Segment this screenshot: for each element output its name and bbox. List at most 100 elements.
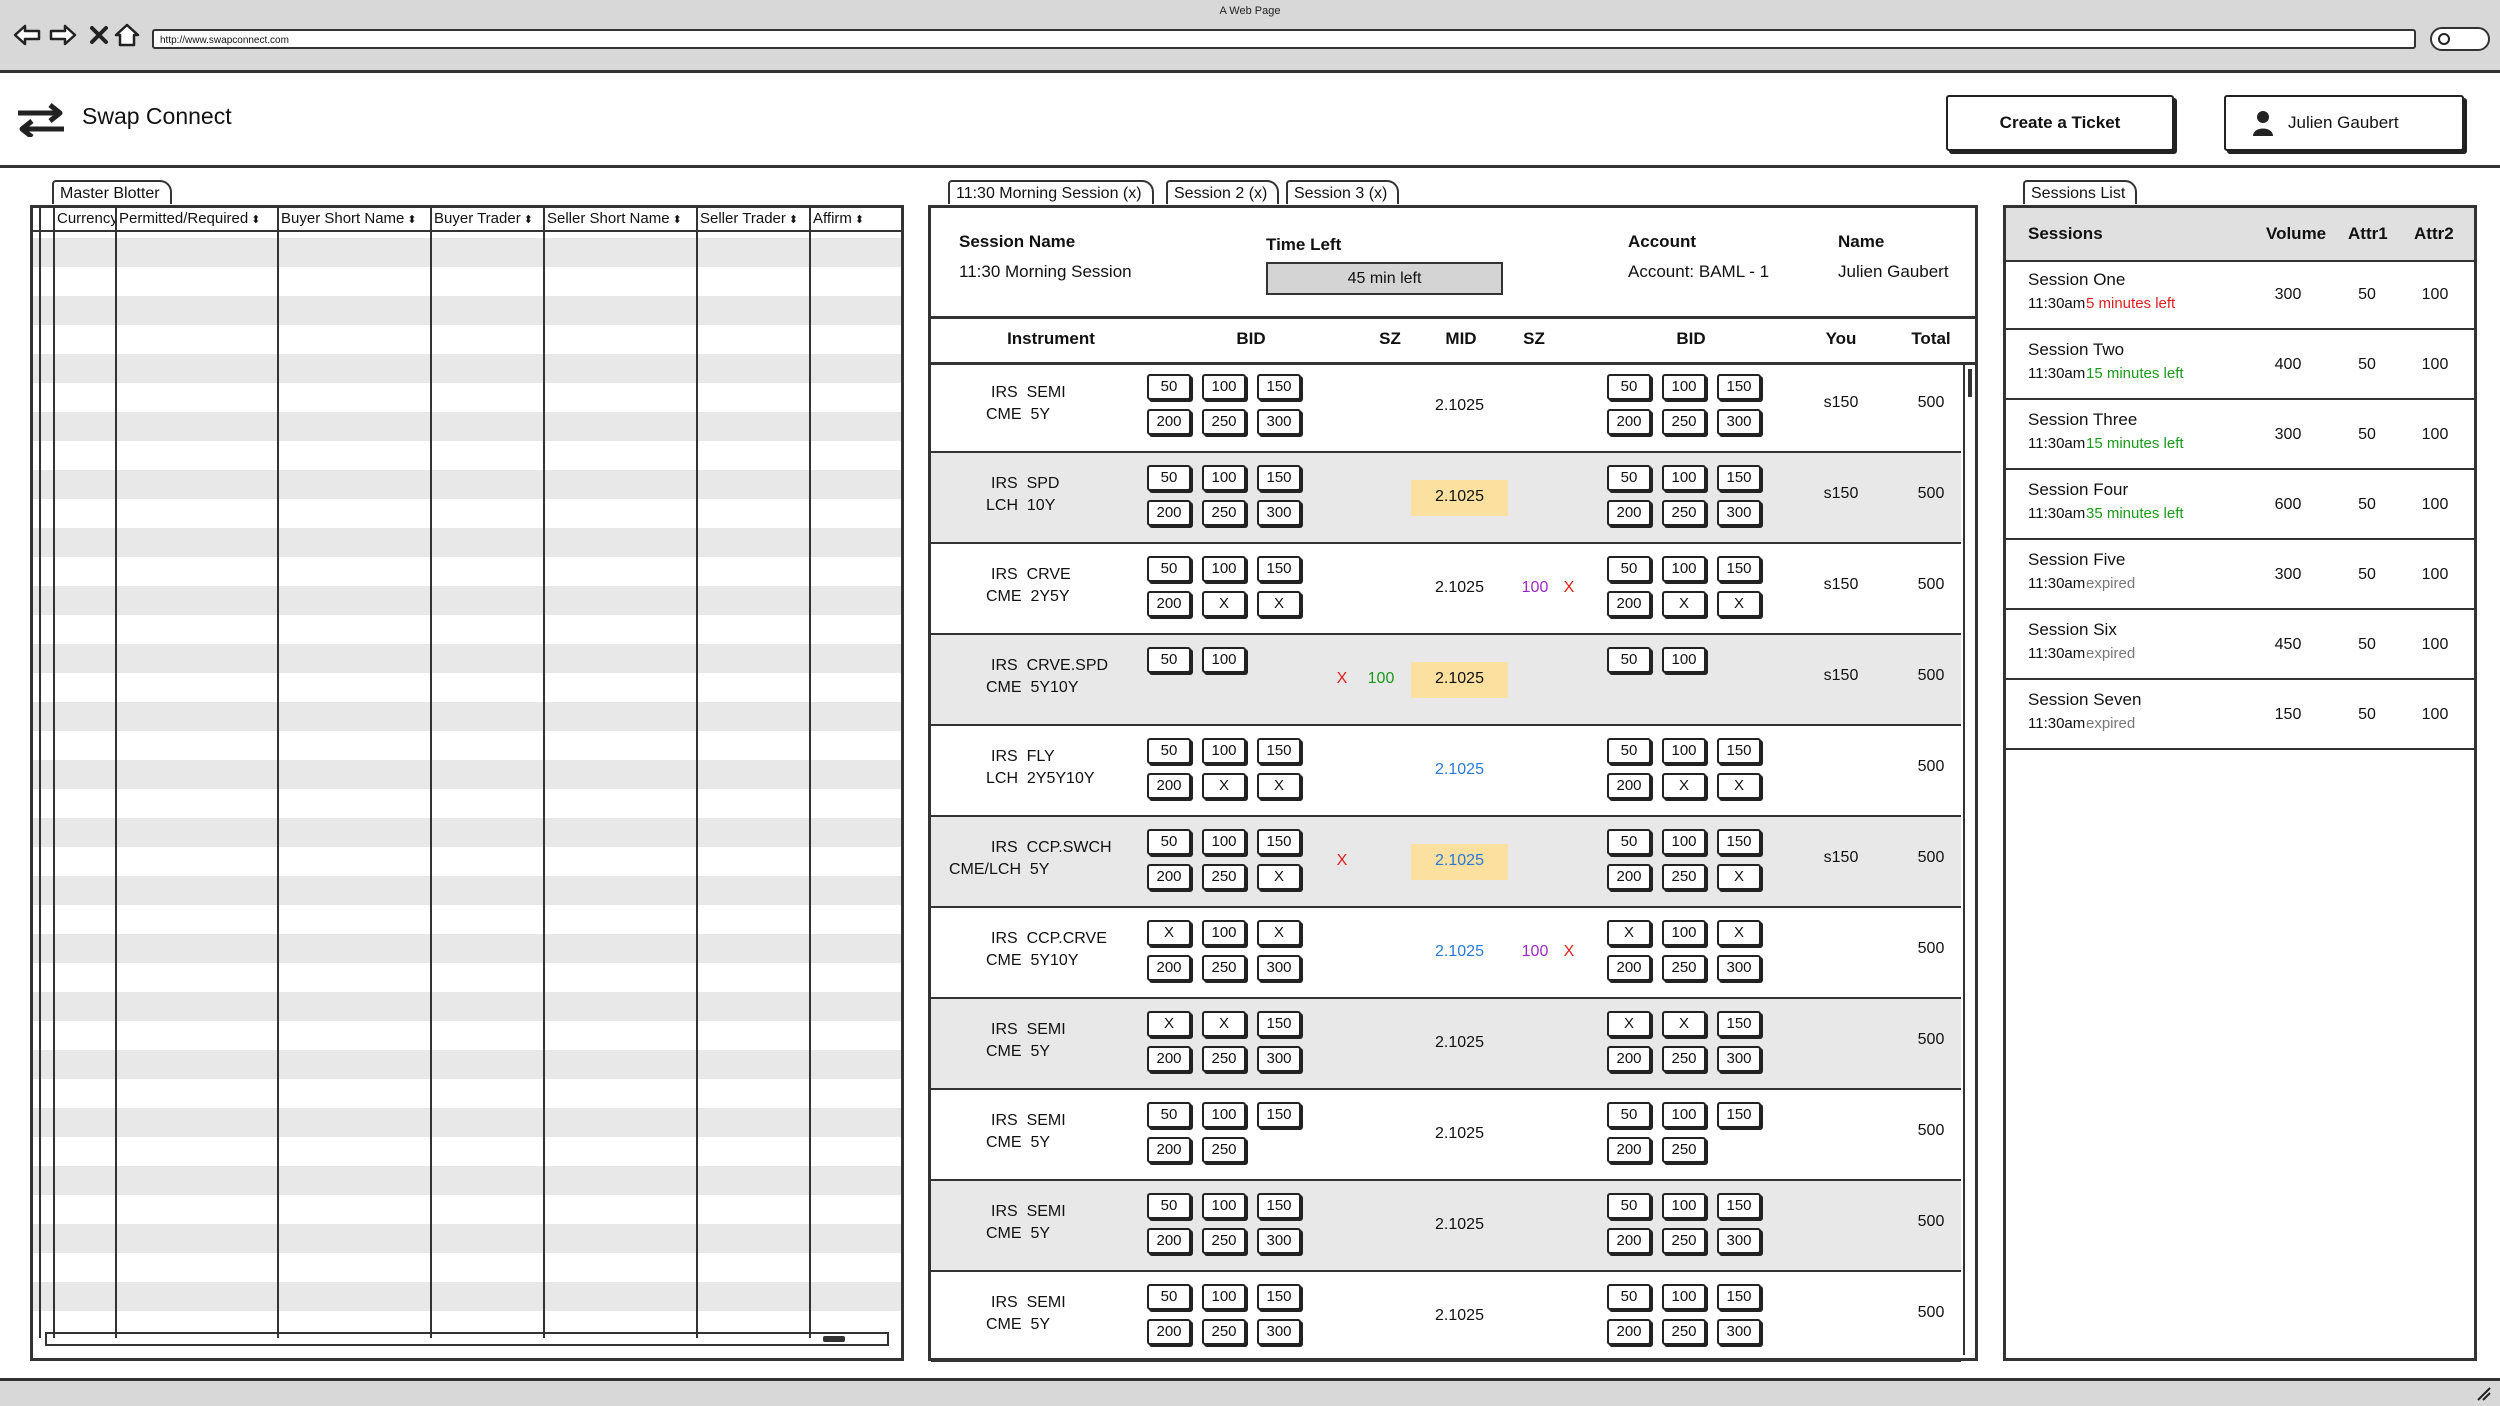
blotter-column-header[interactable]: Affirm ⬍ xyxy=(809,208,901,230)
left-size-button[interactable]: 250 xyxy=(1202,409,1246,435)
right-size-button[interactable]: 200 xyxy=(1607,1046,1651,1072)
sort-icon[interactable]: ⬍ xyxy=(524,214,533,226)
left-size-button[interactable]: X xyxy=(1202,773,1246,799)
right-size-button[interactable]: 250 xyxy=(1662,955,1706,981)
right-size-button[interactable]: 50 xyxy=(1607,1102,1651,1128)
left-size-button[interactable]: 150 xyxy=(1257,556,1301,582)
left-size-button[interactable]: 250 xyxy=(1202,1228,1246,1254)
right-size-button[interactable]: 150 xyxy=(1717,1102,1761,1128)
right-size-button[interactable]: 200 xyxy=(1607,409,1651,435)
left-size-button[interactable]: 250 xyxy=(1202,1046,1246,1072)
right-size-button[interactable]: X xyxy=(1717,591,1761,617)
right-size-button[interactable]: 100 xyxy=(1662,1284,1706,1310)
right-size-button[interactable]: 100 xyxy=(1662,738,1706,764)
left-size-button[interactable]: 300 xyxy=(1257,955,1301,981)
scrollbar-thumb[interactable] xyxy=(1968,369,1972,397)
sort-icon[interactable]: ⬍ xyxy=(673,214,682,226)
right-size-button[interactable]: 50 xyxy=(1607,1284,1651,1310)
left-size-button[interactable]: 50 xyxy=(1147,556,1191,582)
user-menu-button[interactable]: Julien Gaubert xyxy=(2224,95,2464,151)
left-size-button[interactable]: 100 xyxy=(1202,738,1246,764)
right-size-button[interactable]: 300 xyxy=(1717,1319,1761,1345)
right-size-button[interactable]: 300 xyxy=(1717,409,1761,435)
left-size-button[interactable]: 100 xyxy=(1202,1102,1246,1128)
left-size-button[interactable]: 250 xyxy=(1202,500,1246,526)
right-size-button[interactable]: 300 xyxy=(1717,500,1761,526)
right-size-button[interactable]: 150 xyxy=(1717,829,1761,855)
right-size-button[interactable]: 200 xyxy=(1607,955,1651,981)
session-list-item[interactable]: Session Three 11:30am 15 minutes left 300 50… xyxy=(2006,400,2474,470)
home-icon[interactable] xyxy=(112,20,142,50)
right-size-button[interactable]: 200 xyxy=(1607,1228,1651,1254)
right-size-button[interactable]: 100 xyxy=(1662,647,1706,673)
session-list-item[interactable]: Session Four 11:30am 35 minutes left 600 50 1… xyxy=(2006,470,2474,540)
right-size-button[interactable]: X xyxy=(1662,591,1706,617)
right-size-button[interactable]: X xyxy=(1662,773,1706,799)
left-size-button[interactable]: 150 xyxy=(1257,1011,1301,1037)
left-size-button[interactable]: 200 xyxy=(1147,773,1191,799)
left-size-button[interactable]: 200 xyxy=(1147,1046,1191,1072)
left-size-button[interactable]: 300 xyxy=(1257,500,1301,526)
right-size-button[interactable]: 150 xyxy=(1717,465,1761,491)
right-size-button[interactable]: X xyxy=(1717,773,1761,799)
tab-master-blotter[interactable]: Master Blotter xyxy=(52,180,172,204)
tab-session-1[interactable]: 11:30 Morning Session (x) xyxy=(948,180,1154,204)
blotter-column-header[interactable]: Currency⬍ xyxy=(53,208,115,230)
session-list-item[interactable]: Session One 11:30am 5 minutes left 300 50 100 xyxy=(2006,260,2474,330)
left-size-button[interactable]: 150 xyxy=(1257,374,1301,400)
right-size-button[interactable]: X xyxy=(1607,1011,1651,1037)
left-size-button[interactable]: X xyxy=(1202,591,1246,617)
left-size-button[interactable]: 100 xyxy=(1202,829,1246,855)
left-size-button[interactable]: X xyxy=(1257,591,1301,617)
right-size-button[interactable]: 200 xyxy=(1607,591,1651,617)
right-size-button[interactable]: 150 xyxy=(1717,738,1761,764)
right-size-button[interactable]: 250 xyxy=(1662,1319,1706,1345)
session-list-item[interactable]: Session Two 11:30am 15 minutes left 400 50 10… xyxy=(2006,330,2474,400)
left-size-button[interactable]: 200 xyxy=(1147,591,1191,617)
left-size-button[interactable]: X xyxy=(1257,920,1301,946)
left-size-button[interactable]: 150 xyxy=(1257,829,1301,855)
browser-search-field[interactable] xyxy=(2430,27,2490,51)
session-list-item[interactable]: Session Seven 11:30am expired 150 50 100 xyxy=(2006,680,2474,750)
right-size-button[interactable]: 200 xyxy=(1607,773,1651,799)
left-size-button[interactable]: 200 xyxy=(1147,864,1191,890)
left-size-button[interactable]: 200 xyxy=(1147,409,1191,435)
left-size-button[interactable]: X xyxy=(1257,773,1301,799)
left-size-button[interactable]: 200 xyxy=(1147,1228,1191,1254)
right-size-button[interactable]: X xyxy=(1607,920,1651,946)
left-size-button[interactable]: 200 xyxy=(1147,955,1191,981)
left-size-button[interactable]: 100 xyxy=(1202,920,1246,946)
right-size-button[interactable]: 200 xyxy=(1607,864,1651,890)
right-size-button[interactable]: 150 xyxy=(1717,1193,1761,1219)
left-size-button[interactable]: 50 xyxy=(1147,1284,1191,1310)
left-size-button[interactable]: X xyxy=(1202,1011,1246,1037)
sort-icon[interactable]: ⬍ xyxy=(855,214,864,226)
left-size-button[interactable]: 50 xyxy=(1147,1102,1191,1128)
right-size-button[interactable]: 250 xyxy=(1662,864,1706,890)
blotter-column-header[interactable]: Seller Trader ⬍ xyxy=(696,208,809,230)
right-size-button[interactable]: 150 xyxy=(1717,374,1761,400)
left-size-button[interactable]: 100 xyxy=(1202,465,1246,491)
left-size-button[interactable]: 300 xyxy=(1257,1319,1301,1345)
left-size-button[interactable]: 150 xyxy=(1257,738,1301,764)
address-bar[interactable]: http://www.swapconnect.com xyxy=(152,29,2416,49)
right-size-button[interactable]: X xyxy=(1717,920,1761,946)
blotter-column-header[interactable]: Buyer Trader ⬍ xyxy=(430,208,543,230)
right-size-button[interactable]: 250 xyxy=(1662,409,1706,435)
left-size-button[interactable]: 150 xyxy=(1257,1193,1301,1219)
right-size-button[interactable]: 50 xyxy=(1607,738,1651,764)
left-size-button[interactable]: 300 xyxy=(1257,1046,1301,1072)
right-size-button[interactable]: 300 xyxy=(1717,955,1761,981)
left-size-button[interactable]: 150 xyxy=(1257,465,1301,491)
right-size-button[interactable]: 300 xyxy=(1717,1046,1761,1072)
left-size-button[interactable]: 250 xyxy=(1202,1319,1246,1345)
sort-icon[interactable]: ⬍ xyxy=(789,214,798,226)
left-size-button[interactable]: 100 xyxy=(1202,374,1246,400)
right-size-button[interactable]: 50 xyxy=(1607,556,1651,582)
session-list-item[interactable]: Session Five 11:30am expired 300 50 100 xyxy=(2006,540,2474,610)
forward-arrow-icon[interactable] xyxy=(48,20,78,50)
left-size-button[interactable]: 100 xyxy=(1202,647,1246,673)
blotter-horizontal-scrollbar[interactable] xyxy=(45,1332,889,1346)
left-size-button[interactable]: X xyxy=(1147,920,1191,946)
left-size-button[interactable]: 50 xyxy=(1147,738,1191,764)
